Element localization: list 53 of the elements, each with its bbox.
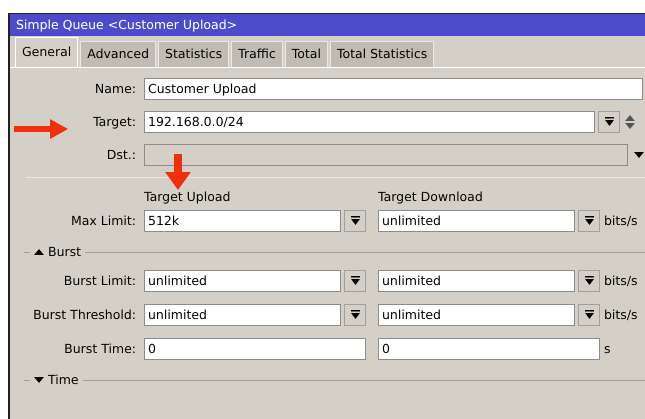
down-arrow-icon	[584, 216, 594, 226]
input-field[interactable]: unlimited	[378, 270, 575, 292]
up-down-arrows-icon[interactable]	[625, 115, 635, 129]
down-arrow-icon	[604, 117, 614, 127]
field-label: Burst Time:	[64, 340, 136, 358]
down-arrow-icon	[350, 216, 360, 226]
input-field[interactable]: Customer Upload	[144, 78, 643, 100]
dropdown-button[interactable]	[578, 304, 600, 326]
dropdown-button[interactable]	[578, 210, 600, 232]
unit-label: bits/s	[604, 212, 638, 230]
section-toggle[interactable]: Burst	[30, 242, 86, 262]
unit-label: bits/s	[604, 306, 638, 324]
window-title: Simple Queue <Customer Upload>	[10, 14, 645, 36]
input-field[interactable]: 0	[144, 338, 366, 360]
dropdown-button[interactable]	[344, 210, 366, 232]
input-field[interactable]: unlimited	[144, 304, 341, 326]
field-label: Dst.:	[106, 146, 136, 164]
tab[interactable]: General	[15, 37, 78, 67]
tab[interactable]: Statistics	[158, 41, 230, 67]
tab[interactable]: Total	[284, 41, 328, 67]
down-triangle-icon	[34, 377, 44, 383]
tab[interactable]: Traffic	[231, 41, 283, 67]
dropdown-button[interactable]	[344, 270, 366, 292]
input-field[interactable]: unlimited	[144, 270, 341, 292]
field-label: Burst Threshold:	[33, 306, 136, 324]
dropdown-button[interactable]	[344, 304, 366, 326]
up-triangle-icon	[34, 249, 44, 255]
down-arrow-icon	[350, 276, 360, 286]
field-label: Name:	[94, 80, 136, 98]
unit-label: s	[604, 340, 611, 358]
input-field[interactable]: unlimited	[378, 210, 575, 232]
field-label: Max Limit:	[70, 212, 136, 230]
input-field[interactable]	[144, 144, 628, 166]
input-field[interactable]: 512k	[144, 210, 341, 232]
field-label: Target:	[93, 112, 136, 131]
down-arrow-icon	[584, 276, 594, 286]
dropdown-button[interactable]	[578, 270, 600, 292]
field-label: Burst Limit:	[64, 272, 136, 290]
arrow	[165, 154, 191, 190]
dropdown-button[interactable]	[598, 111, 620, 133]
column-header: Target Download	[378, 188, 484, 206]
down-triangle-icon	[634, 152, 644, 158]
unit-label: bits/s	[604, 272, 638, 290]
input-field[interactable]: 192.168.0.0/24	[144, 111, 595, 133]
input-field[interactable]: unlimited	[378, 304, 575, 326]
column-header: Target Upload	[144, 188, 232, 206]
tab[interactable]: Total Statistics	[330, 41, 434, 67]
input-field[interactable]: 0	[378, 338, 600, 360]
tab[interactable]: Advanced	[80, 41, 156, 67]
arrow	[14, 119, 68, 139]
section-toggle[interactable]: Time	[30, 370, 83, 390]
down-arrow-icon	[584, 310, 594, 320]
down-arrow-icon	[350, 310, 360, 320]
